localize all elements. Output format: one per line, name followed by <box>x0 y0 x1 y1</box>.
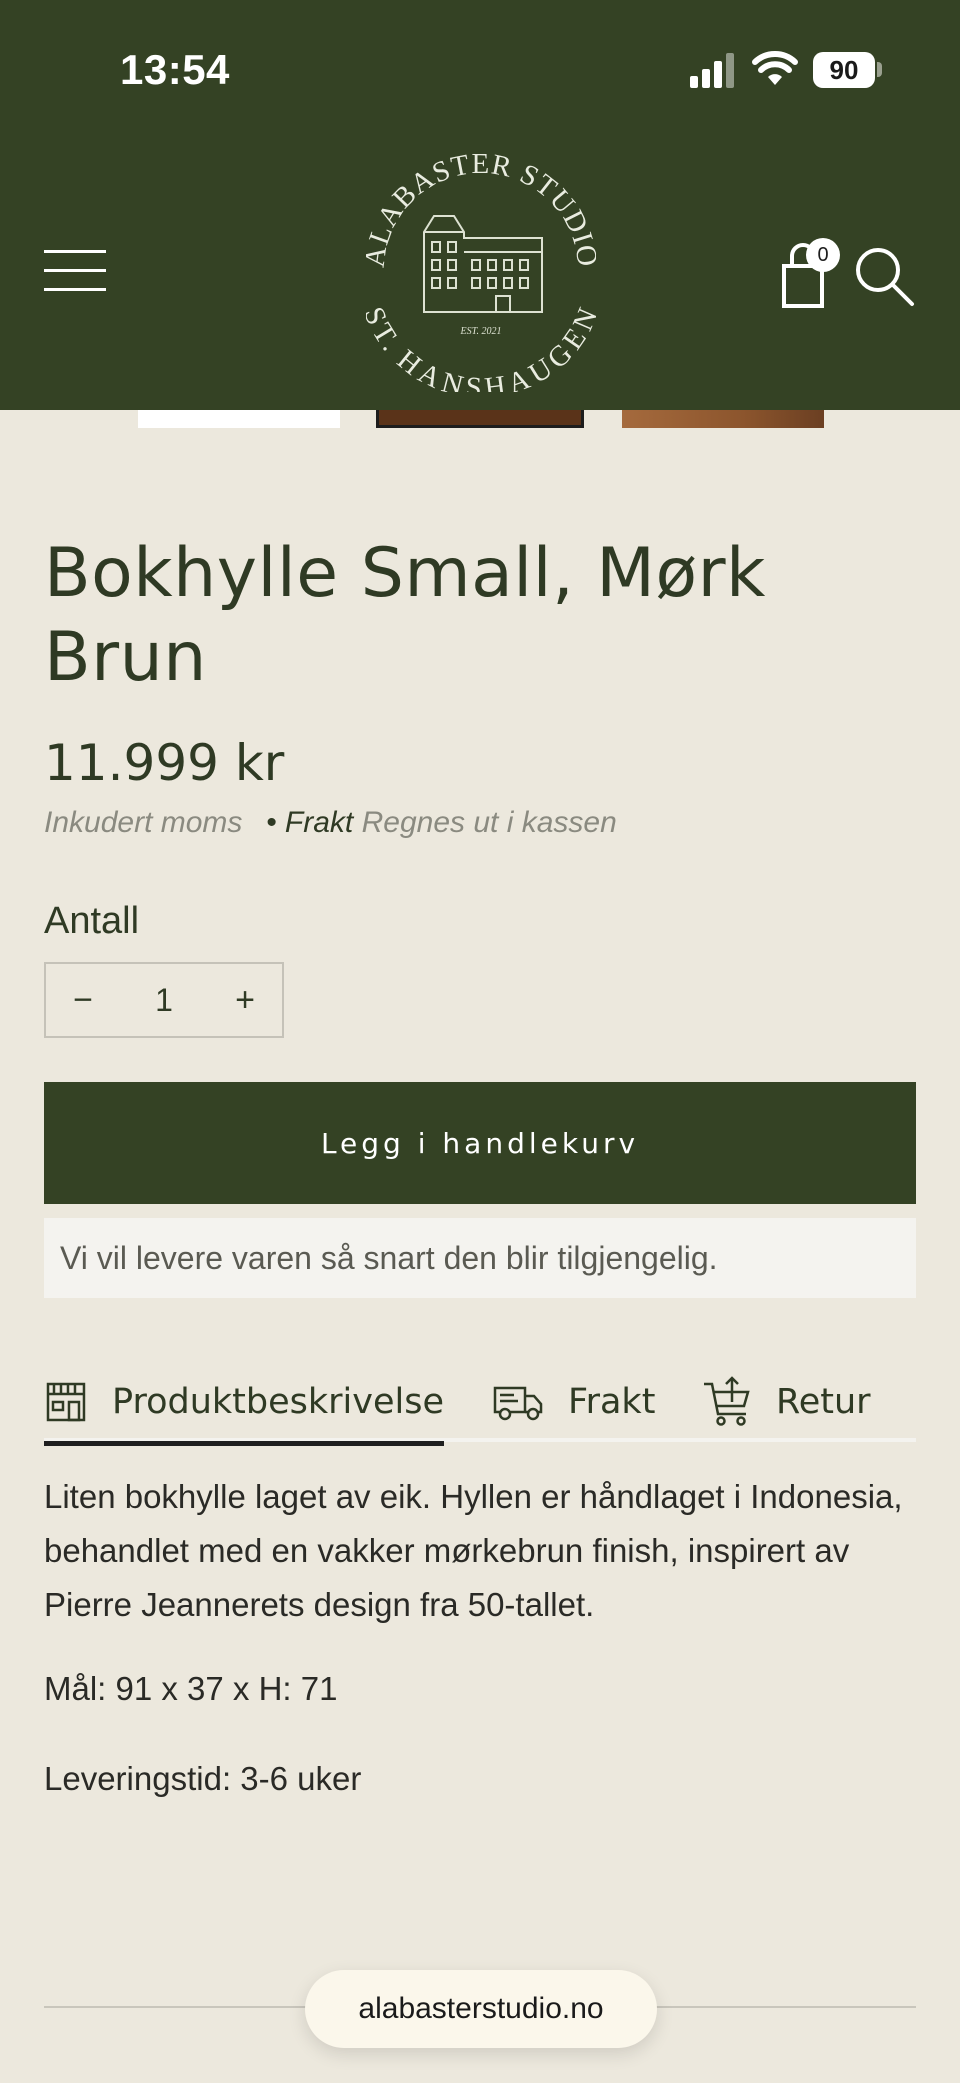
product-tabs: Produktbeskrivelse Frakt Retur <box>44 1362 916 1446</box>
wifi-icon <box>752 51 798 85</box>
truck-icon <box>493 1386 543 1421</box>
signal-icon <box>690 53 734 88</box>
quantity-increment-button[interactable]: + <box>208 981 282 1020</box>
tab-retur[interactable]: Retur <box>702 1362 871 1442</box>
logo-location: ST. HANSHAUGEN <box>366 303 596 392</box>
product-measurements: Mål: 91 x 37 x H: 71 <box>44 1670 338 1707</box>
shipping-link[interactable]: Frakt <box>285 806 353 839</box>
brand-logo[interactable]: ALABASTER STUDIO ST. HANSHAUGEN EST. 202… <box>366 152 596 392</box>
tax-shipping-line: Inkudert moms • Frakt Regnes ut i kassen <box>44 806 617 839</box>
tab-label: Frakt <box>568 1382 656 1422</box>
status-time: 13:54 <box>120 46 230 93</box>
site-header: 13:54 90 ALABASTER STUDIO ST. HANSHAUGEN <box>0 0 960 410</box>
quantity-decrement-button[interactable]: − <box>46 981 120 1020</box>
quantity-label: Antall <box>44 900 140 942</box>
availability-notice: Vi vil levere varen så snart den blir ti… <box>44 1218 916 1298</box>
building-icon <box>423 215 543 313</box>
battery-icon: 90 <box>813 52 875 88</box>
tax-note: Inkudert moms <box>44 806 243 839</box>
battery-tip <box>877 62 882 77</box>
status-bar: 13:54 90 <box>0 0 960 140</box>
store-icon <box>46 1382 86 1422</box>
quantity-stepper: − 1 + <box>44 962 284 1038</box>
tab-label: Produktbeskrivelse <box>111 1382 444 1422</box>
browser-url-bar[interactable]: alabasterstudio.no <box>305 1970 657 2048</box>
quantity-input[interactable]: 1 <box>120 982 208 1019</box>
product-description: Liten bokhylle laget av eik. Hyllen er h… <box>44 1478 903 1623</box>
tab-produktbeskrivelse[interactable]: Produktbeskrivelse <box>44 1362 444 1446</box>
cart-icon <box>782 264 824 308</box>
menu-button[interactable] <box>44 250 106 294</box>
svg-text:ST. HANSHAUGEN: ST. HANSHAUGEN <box>366 303 596 392</box>
logo-established: EST. 2021 <box>460 326 502 337</box>
tab-frakt[interactable]: Frakt <box>492 1362 655 1442</box>
tab-label: Retur <box>776 1382 871 1422</box>
add-to-cart-button[interactable]: Legg i handlekurv <box>44 1082 916 1204</box>
return-cart-icon <box>704 1376 750 1426</box>
shipping-note: Regnes ut i kassen <box>361 806 617 839</box>
search-button[interactable] <box>852 244 916 308</box>
product-price: 11.999 kr <box>44 734 285 792</box>
delivery-time: Leveringstid: 3-6 uker <box>44 1760 362 1797</box>
menu-icon <box>44 250 106 253</box>
product-title: Bokhylle Small, Mørk Brun <box>44 534 766 697</box>
cart-count-badge: 0 <box>806 238 840 272</box>
